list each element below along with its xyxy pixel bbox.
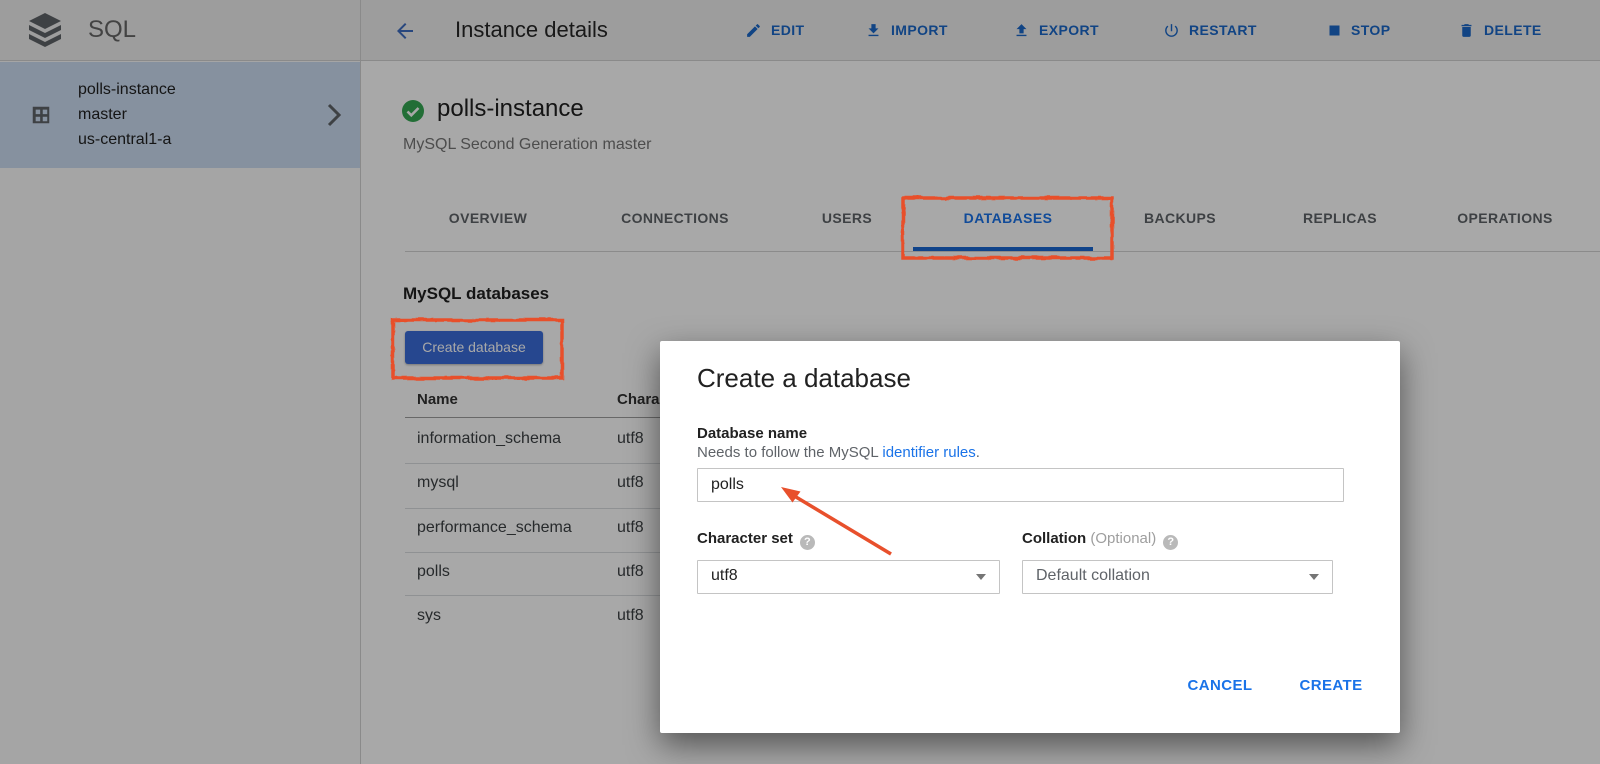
database-name-input[interactable] xyxy=(697,468,1344,502)
description-prefix: Needs to follow the MySQL xyxy=(697,444,882,461)
character-set-label: Character set? xyxy=(697,530,815,550)
dialog-title: Create a database xyxy=(697,363,911,394)
create-button[interactable]: CREATE xyxy=(1292,671,1370,701)
character-set-label-text: Character set xyxy=(697,530,793,547)
character-set-select[interactable]: utf8 xyxy=(697,560,1000,594)
cloud-sql-console: SQL polls-instance master us-central1-a … xyxy=(0,0,1600,764)
dropdown-caret-icon xyxy=(976,574,986,580)
create-database-dialog: Create a database Database name Needs to… xyxy=(660,341,1400,733)
collation-value: Default collation xyxy=(1036,567,1150,585)
help-icon[interactable]: ? xyxy=(1163,535,1178,550)
collation-select[interactable]: Default collation xyxy=(1022,560,1333,594)
character-set-value: utf8 xyxy=(711,567,738,585)
help-icon[interactable]: ? xyxy=(800,535,815,550)
optional-hint: (Optional) xyxy=(1090,530,1156,547)
collation-label-text: Collation xyxy=(1022,530,1086,547)
database-name-label: Database name xyxy=(697,425,807,442)
description-suffix: . xyxy=(976,444,980,461)
identifier-rules-link[interactable]: identifier rules xyxy=(882,444,975,461)
dropdown-caret-icon xyxy=(1309,574,1319,580)
database-name-description: Needs to follow the MySQL identifier rul… xyxy=(697,444,980,461)
collation-label: Collation (Optional)? xyxy=(1022,530,1178,550)
cancel-button[interactable]: CANCEL xyxy=(1177,671,1263,701)
